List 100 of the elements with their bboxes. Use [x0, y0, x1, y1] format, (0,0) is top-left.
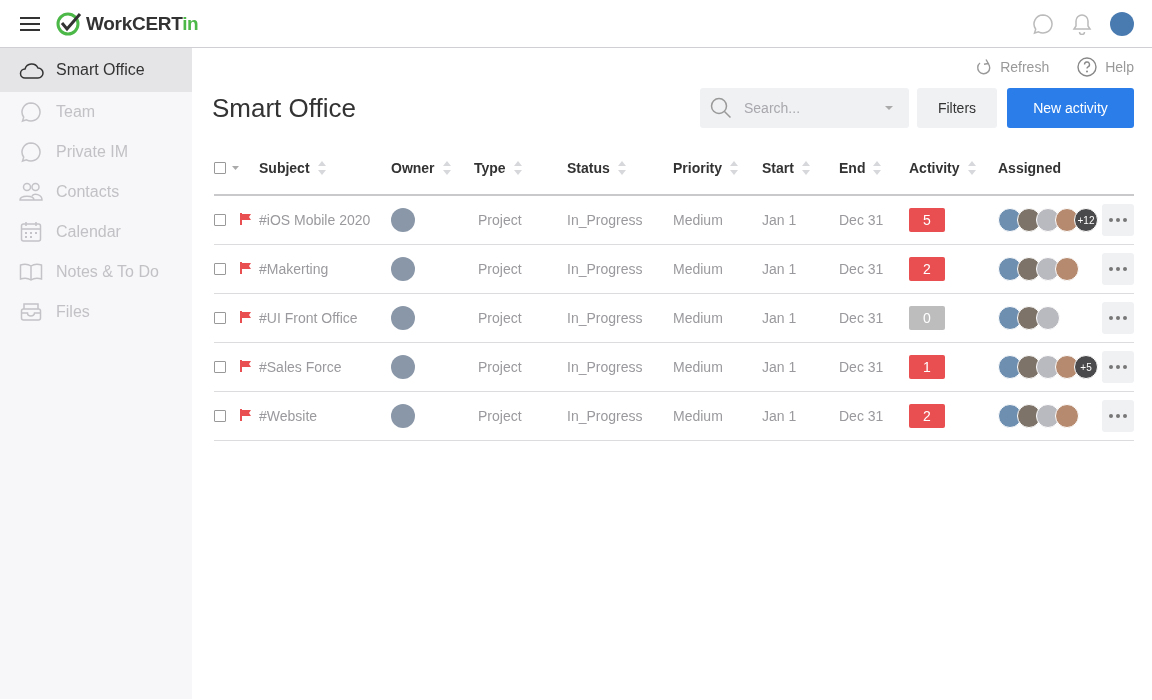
- sort-icon[interactable]: [730, 161, 738, 175]
- status-text: In_Progress: [567, 310, 644, 326]
- assignee-avatar: [1055, 404, 1079, 428]
- priority-text: Medium: [673, 359, 724, 375]
- search-icon: [710, 97, 732, 119]
- flag-icon[interactable]: [240, 360, 251, 372]
- owner-avatar: [391, 355, 415, 379]
- start-date: Jan 1: [762, 212, 798, 228]
- sort-icon[interactable]: [442, 161, 451, 175]
- select-all-checkbox[interactable]: [214, 162, 226, 174]
- row-checkbox[interactable]: [214, 312, 226, 324]
- owner-avatar: [391, 306, 415, 330]
- column-header[interactable]: Start: [762, 160, 794, 176]
- activity-count: 5: [909, 208, 945, 232]
- priority-text: Medium: [673, 310, 724, 326]
- refresh-link[interactable]: Refresh: [976, 58, 1050, 76]
- caret-icon[interactable]: [232, 166, 239, 170]
- subject-link[interactable]: #iOS Mobile 2020: [259, 212, 391, 228]
- activity-count: 1: [909, 355, 945, 379]
- type-text: Project: [477, 408, 523, 424]
- flag-icon[interactable]: [240, 409, 251, 421]
- column-header[interactable]: Status: [567, 160, 610, 176]
- end-date: Dec 31: [839, 212, 885, 228]
- status-text: In_Progress: [567, 261, 644, 277]
- column-header[interactable]: Assigned: [998, 160, 1061, 176]
- flag-icon[interactable]: [240, 213, 251, 225]
- chat-bubble-icon: [20, 101, 42, 123]
- row-checkbox[interactable]: [214, 361, 226, 373]
- row-checkbox[interactable]: [214, 263, 226, 275]
- calendar-icon: [20, 221, 42, 243]
- status-text: In_Progress: [567, 359, 644, 375]
- end-date: Dec 31: [839, 408, 885, 424]
- end-date: Dec 31: [839, 261, 885, 277]
- menu-icon[interactable]: [20, 16, 40, 31]
- more-icon: [1109, 218, 1127, 222]
- column-header[interactable]: End: [839, 160, 866, 176]
- more-assignees-count[interactable]: +12: [1074, 208, 1098, 232]
- subject-link[interactable]: #Makerting: [259, 261, 391, 277]
- priority-text: Medium: [673, 212, 724, 228]
- more-options-button[interactable]: [1102, 204, 1134, 236]
- assignee-avatar: [998, 355, 1022, 379]
- assignee-avatar: [998, 257, 1022, 281]
- subject-link[interactable]: #Sales Force: [259, 359, 391, 375]
- bell-icon[interactable]: [1072, 12, 1092, 35]
- end-date: Dec 31: [839, 310, 885, 326]
- sort-icon[interactable]: [513, 161, 522, 175]
- help-link[interactable]: Help: [1077, 57, 1134, 77]
- row-checkbox[interactable]: [214, 214, 226, 226]
- more-icon: [1109, 316, 1127, 320]
- sort-icon[interactable]: [801, 161, 810, 175]
- sort-icon[interactable]: [967, 161, 976, 175]
- column-header[interactable]: Activity: [909, 160, 960, 176]
- flag-icon[interactable]: [240, 262, 251, 274]
- row-checkbox[interactable]: [214, 410, 226, 422]
- assignee-avatar: [1017, 306, 1041, 330]
- subject-link[interactable]: #UI Front Office: [259, 310, 391, 326]
- start-date: Jan 1: [762, 310, 798, 326]
- activity-count: 2: [909, 404, 945, 428]
- status-text: In_Progress: [567, 408, 644, 424]
- assignee-avatar: [1036, 355, 1060, 379]
- new-activity-button[interactable]: New activity: [1007, 88, 1134, 128]
- user-avatar[interactable]: [1110, 11, 1134, 36]
- priority-text: Medium: [673, 408, 724, 424]
- chat-bubble-icon[interactable]: [1032, 12, 1054, 35]
- filters-button[interactable]: Filters: [917, 88, 997, 128]
- more-options-button[interactable]: [1102, 302, 1134, 334]
- type-text: Project: [477, 310, 523, 326]
- chat-bubble-icon: [20, 141, 42, 163]
- flag-icon[interactable]: [240, 311, 251, 323]
- owner-avatar: [391, 404, 415, 428]
- owner-avatar: [391, 208, 415, 232]
- help-icon: [1077, 57, 1098, 77]
- sort-icon[interactable]: [873, 161, 882, 175]
- column-header[interactable]: Subject: [259, 160, 310, 176]
- column-header[interactable]: Type: [474, 160, 506, 176]
- assignee-avatar: [1055, 208, 1079, 232]
- sidebar-item[interactable]: Smart Office: [0, 48, 192, 92]
- column-header[interactable]: Priority: [673, 160, 722, 176]
- more-options-button[interactable]: [1102, 351, 1134, 383]
- logo-text: WorkCERTin: [86, 12, 199, 35]
- more-options-button[interactable]: [1102, 253, 1134, 285]
- subject-link[interactable]: #Website: [259, 408, 391, 424]
- column-header[interactable]: Owner: [391, 160, 435, 176]
- assignee-avatar: [998, 306, 1022, 330]
- assignee-avatar: [1036, 257, 1060, 281]
- sort-icon[interactable]: [617, 161, 626, 175]
- assignee-avatar: [1017, 404, 1041, 428]
- start-date: Jan 1: [762, 408, 798, 424]
- assignee-avatar: [1055, 257, 1079, 281]
- sort-icon[interactable]: [317, 161, 326, 175]
- inbox-tray-icon: [20, 302, 42, 322]
- assignee-avatar: [998, 208, 1022, 232]
- assignee-avatar: [1036, 306, 1060, 330]
- activity-count: 0: [909, 306, 945, 330]
- end-date: Dec 31: [839, 359, 885, 375]
- assignee-avatar: [998, 404, 1022, 428]
- more-options-button[interactable]: [1102, 400, 1134, 432]
- open-book-icon: [19, 262, 43, 282]
- search-field[interactable]: Search...: [700, 88, 909, 128]
- more-assignees-count[interactable]: +5: [1074, 355, 1098, 379]
